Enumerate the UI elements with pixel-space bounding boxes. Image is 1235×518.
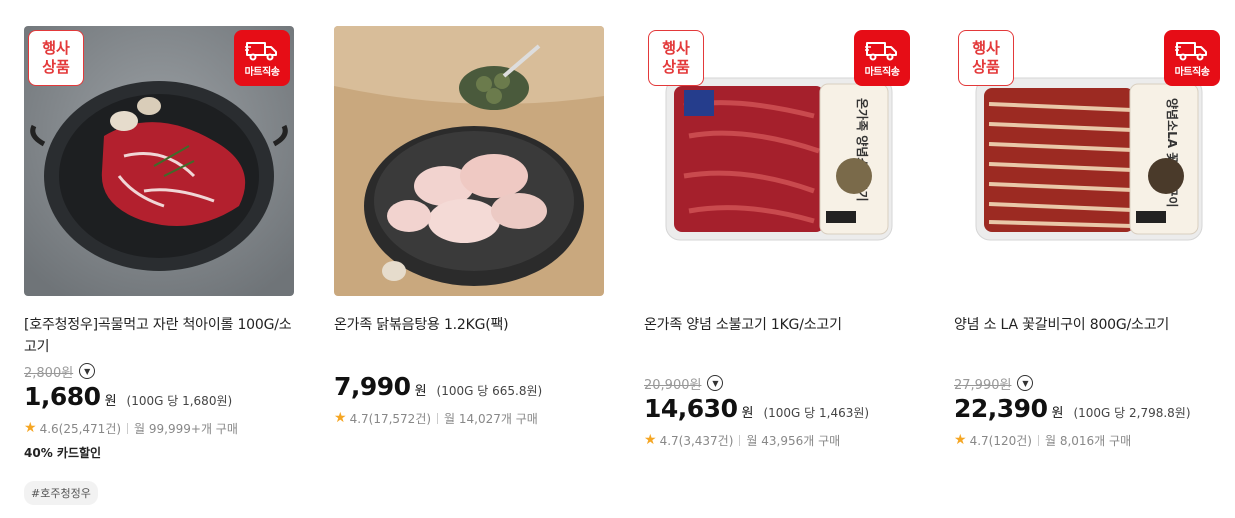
event-product-badge: 행사 상품 xyxy=(28,30,84,86)
event-product-badge: 행사 상품 xyxy=(958,30,1014,86)
chevron-down-icon[interactable]: ▼ xyxy=(79,363,96,379)
event-product-badge: 행사 상품 xyxy=(648,30,704,86)
unit-price: (100G 당 2,798.8원) xyxy=(1073,406,1191,420)
rating-text: 4.7(3,437건) xyxy=(659,433,734,448)
currency-unit: 원 xyxy=(414,384,427,399)
original-price: 27,990원 xyxy=(954,377,1012,393)
purchase-count: 월 99,999+개 구매 xyxy=(134,421,238,436)
chicken-pieces-image xyxy=(334,26,604,296)
product-card[interactable]: 온가족 닭볶음탕용 1.2KG(팩) 7,990 원 (100G 당 665.8… xyxy=(334,26,604,428)
currency-unit: 원 xyxy=(1051,406,1064,421)
badge-text: 행사 xyxy=(42,39,70,57)
rating-text: 4.7(17,572건) xyxy=(349,411,432,426)
price-row: 7,990 원 (100G 당 665.8원) xyxy=(334,372,604,406)
unit-price: (100G 당 665.8원) xyxy=(436,384,543,398)
product-image[interactable]: 온가족 양념소불고기 행사 상품 마트직송 xyxy=(644,26,914,296)
unit-price: (100G 당 1,463원) xyxy=(763,406,870,420)
product-grid: 행사 상품 마트직송 [호주청정우]곡물먹고 자란 척아이롤 100G/소고기 … xyxy=(0,0,1235,518)
sale-price: 14,630 xyxy=(644,394,738,423)
product-image[interactable]: 행사 상품 마트직송 xyxy=(24,26,294,296)
divider xyxy=(739,434,741,446)
product-title[interactable]: [호주청정우]곡물먹고 자란 척아이롤 100G/소고기 xyxy=(24,314,294,358)
product-card[interactable]: 양념소LA 꽃갈비구이 행사 상품 마트직송 양념 소 LA 꽃갈비구이 800… xyxy=(954,26,1224,450)
hashtag-chip[interactable]: #호주청정우 xyxy=(24,481,98,505)
price-row: 14,630 원 (100G 당 1,463원) xyxy=(644,394,914,428)
product-image[interactable]: 양념소LA 꽃갈비구이 행사 상품 마트직송 xyxy=(954,26,1224,296)
star-icon: ★ xyxy=(954,432,967,448)
sale-price: 22,390 xyxy=(954,394,1048,423)
rating-row: ★ 4.7(17,572건) 월 14,027개 구매 xyxy=(334,408,604,428)
star-icon: ★ xyxy=(24,420,37,436)
badge-text: 상품 xyxy=(42,58,70,76)
original-price-row: 2,800원 ▼ xyxy=(24,360,294,382)
divider xyxy=(437,412,439,424)
divider xyxy=(127,422,129,434)
purchase-count: 월 43,956개 구매 xyxy=(746,433,841,448)
rating-row: ★ 4.7(3,437건) 월 43,956개 구매 xyxy=(644,430,914,450)
chevron-down-icon[interactable]: ▼ xyxy=(1017,375,1034,391)
product-card[interactable]: 행사 상품 마트직송 [호주청정우]곡물먹고 자란 척아이롤 100G/소고기 … xyxy=(24,26,294,505)
badge-text: 마트직송 xyxy=(244,66,280,78)
badge-text: 상품 xyxy=(972,58,1000,76)
currency-unit: 원 xyxy=(741,406,754,421)
delivery-truck-icon xyxy=(1175,41,1207,60)
star-icon: ★ xyxy=(644,432,657,448)
unit-price: (100G 당 1,680원) xyxy=(126,394,233,408)
badge-text: 마트직송 xyxy=(1174,66,1210,78)
badge-text: 행사 xyxy=(972,39,1000,57)
currency-unit: 원 xyxy=(104,394,117,409)
rating-row: ★ 4.6(25,471건) 월 99,999+개 구매 xyxy=(24,418,294,438)
price-row: 1,680 원 (100G 당 1,680원) xyxy=(24,382,294,416)
star-icon: ★ xyxy=(334,410,347,426)
purchase-count: 월 14,027개 구매 xyxy=(444,411,538,426)
delivery-truck-icon xyxy=(245,41,277,60)
rating-text: 4.7(120건) xyxy=(969,433,1032,448)
sale-price: 1,680 xyxy=(24,382,101,411)
divider xyxy=(1037,434,1039,446)
purchase-count: 월 8,016개 구매 xyxy=(1044,433,1132,448)
badge-text: 상품 xyxy=(662,58,690,76)
delivery-truck-icon xyxy=(865,41,897,60)
sale-price: 7,990 xyxy=(334,372,411,401)
mart-delivery-badge: 마트직송 xyxy=(854,30,910,86)
original-price-row: 27,990원 ▼ xyxy=(954,372,1224,394)
rating-text: 4.6(25,471건) xyxy=(39,421,122,436)
product-title[interactable]: 온가족 닭볶음탕용 1.2KG(팩) xyxy=(334,314,604,358)
badge-text: 행사 xyxy=(662,39,690,57)
badge-text: 마트직송 xyxy=(864,66,900,78)
product-image[interactable] xyxy=(334,26,604,296)
mart-delivery-badge: 마트직송 xyxy=(234,30,290,86)
product-card[interactable]: 온가족 양념소불고기 행사 상품 마트직송 온가족 양념 소불고기 1KG/소고… xyxy=(644,26,914,450)
product-title[interactable]: 온가족 양념 소불고기 1KG/소고기 xyxy=(644,314,914,358)
original-price: 2,800원 xyxy=(24,365,74,381)
price-row: 22,390 원 (100G 당 2,798.8원) xyxy=(954,394,1224,428)
card-discount: 40% 카드할인 xyxy=(24,446,102,460)
product-title[interactable]: 양념 소 LA 꽃갈비구이 800G/소고기 xyxy=(954,314,1224,358)
chevron-down-icon[interactable]: ▼ xyxy=(707,375,724,391)
mart-delivery-badge: 마트직송 xyxy=(1164,30,1220,86)
original-price: 20,900원 xyxy=(644,377,702,393)
original-price-row: 20,900원 ▼ xyxy=(644,372,914,394)
rating-row: ★ 4.7(120건) 월 8,016개 구매 xyxy=(954,430,1224,450)
